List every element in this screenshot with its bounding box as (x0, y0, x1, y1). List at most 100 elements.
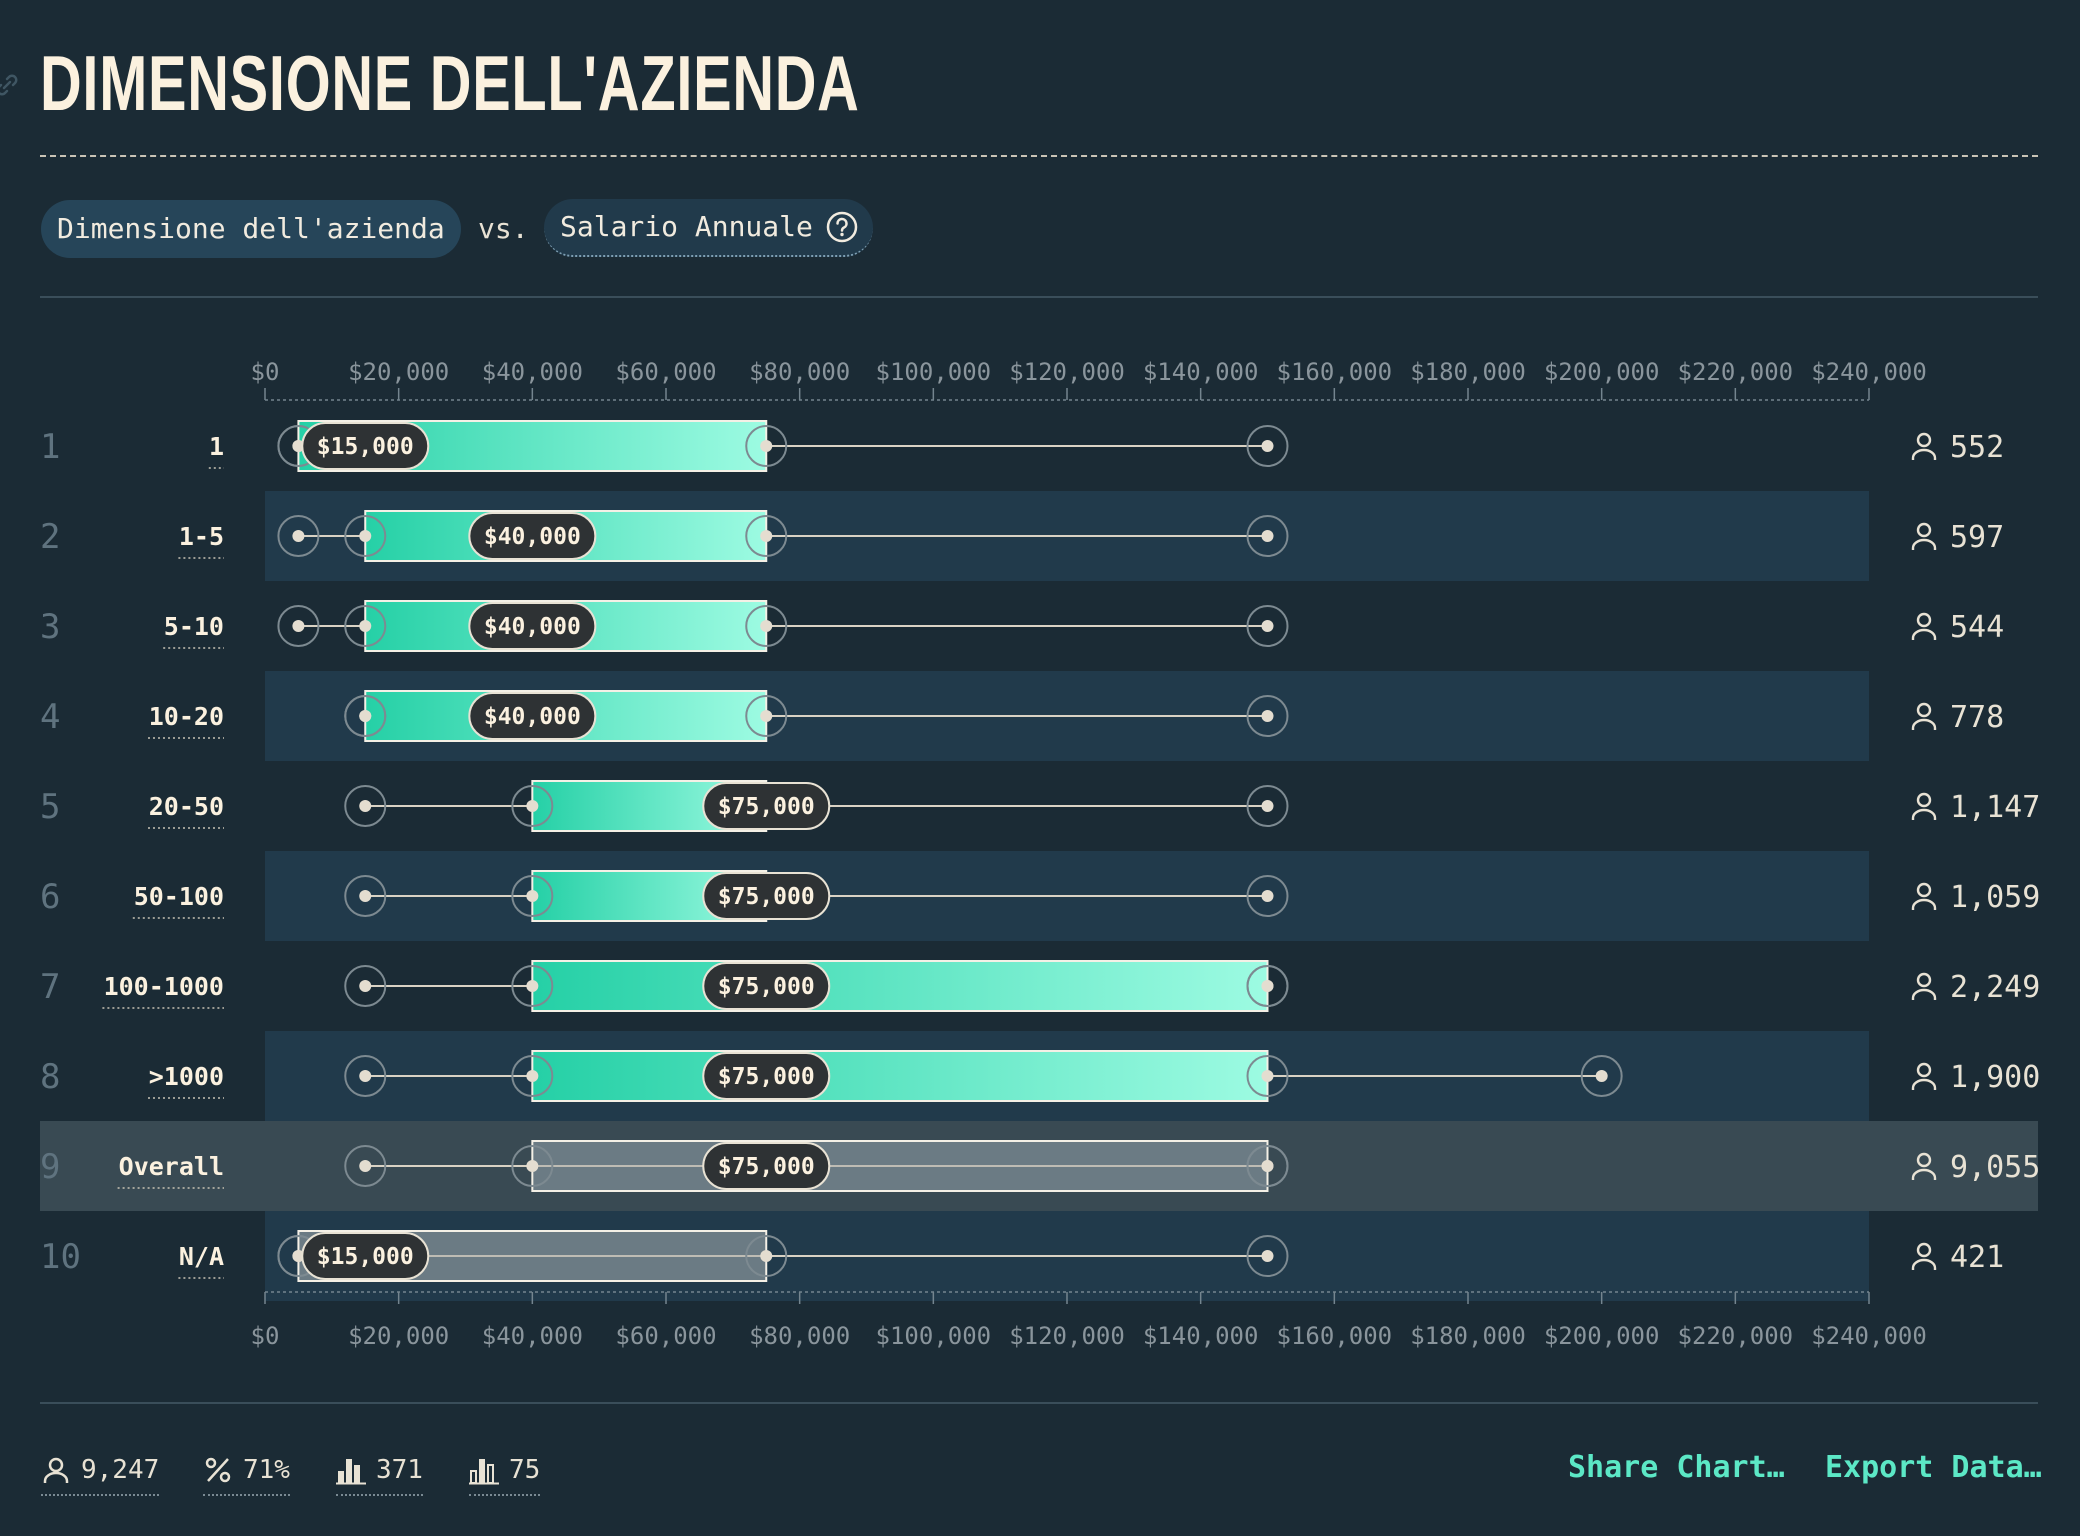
respondent-count: 421 (1950, 1240, 2004, 1275)
person-icon-head (1916, 702, 1932, 718)
person-icon-head (1916, 522, 1932, 538)
whisker-end-dot (292, 620, 305, 632)
whisker-end-dot (526, 800, 539, 812)
axis-tick-label: $200,000 (1544, 1322, 1660, 1350)
whisker-end-dot (359, 530, 372, 542)
axis-tick-label: $140,000 (1143, 1322, 1259, 1350)
whisker-end-dot (760, 440, 773, 452)
whisker-end-dot (359, 1070, 372, 1082)
person-icon-body (1911, 898, 1937, 910)
whisker-end-dot (1261, 530, 1274, 542)
section-divider-bottom (40, 1402, 2038, 1404)
median-chart-icon (469, 1459, 499, 1485)
whisker-end-dot (526, 890, 539, 902)
median-label: $40,000 (484, 614, 581, 640)
median-stat[interactable]: 75 (469, 1448, 541, 1496)
respondents-stat[interactable]: 9,247 (41, 1448, 160, 1496)
axis-tick-label: $160,000 (1277, 1322, 1393, 1350)
person-icon-body (1911, 538, 1937, 550)
respondent-count: 1,059 (1950, 880, 2040, 915)
axis-tick-label: $60,000 (615, 1322, 716, 1350)
median-stat-value: 75 (509, 1455, 541, 1485)
axis-tick-label: $180,000 (1410, 358, 1526, 386)
person-icon-head (1916, 1242, 1932, 1258)
median-label: $75,000 (718, 974, 815, 1000)
whisker-end-dot (1261, 1070, 1274, 1082)
axis-tick-label: $240,000 (1811, 358, 1927, 386)
respondent-count: 544 (1950, 610, 2004, 645)
axis-tick-label: $180,000 (1410, 1322, 1526, 1350)
row-rank: 2 (40, 517, 60, 557)
person-icon-body (1911, 1078, 1937, 1090)
axis-tick-label: $140,000 (1143, 358, 1259, 386)
respondent-count: 9,055 (1950, 1150, 2040, 1185)
respondent-count: 597 (1950, 520, 2004, 555)
person-icon (1911, 972, 1937, 1000)
row-rank: 3 (40, 607, 60, 647)
bar-stat[interactable]: 371 (336, 1448, 423, 1496)
respondent-count: 2,249 (1950, 970, 2040, 1005)
row-rank: 6 (40, 877, 60, 917)
axis-tick-label: $80,000 (749, 1322, 850, 1350)
median-label: $40,000 (484, 704, 581, 730)
axis-tick-label: $40,000 (482, 1322, 583, 1350)
axis-tick-label: $120,000 (1009, 1322, 1125, 1350)
share-chart-link[interactable]: Share Chart… (1568, 1450, 1785, 1485)
axis-tick-label: $220,000 (1678, 1322, 1794, 1350)
respondent-count: 1,147 (1950, 790, 2040, 825)
median-label: $75,000 (718, 884, 815, 910)
axis-tick-label: $60,000 (615, 358, 716, 386)
axis-tick-label: $200,000 (1544, 358, 1660, 386)
boxplot-chart: $0 $20,000 $40,000 $60,000 $80,000 $100,000 $1… (40, 358, 2040, 1350)
respondent-count: 778 (1950, 700, 2004, 735)
respondent-count: 1,900 (1950, 1060, 2040, 1095)
whisker-end-dot (1261, 800, 1274, 812)
median-label: $75,000 (718, 1154, 815, 1180)
row-rank: 10 (40, 1237, 81, 1277)
whisker-end-dot (359, 620, 372, 632)
percent-stat[interactable]: 71% (203, 1448, 290, 1496)
whisker-end-dot (526, 1070, 539, 1082)
person-icon-head (1916, 882, 1932, 898)
person-icon-body (1911, 1258, 1937, 1270)
category-label: Overall (119, 1152, 224, 1181)
axis-tick-label: $240,000 (1811, 1322, 1927, 1350)
whisker-end-dot (526, 980, 539, 992)
whisker-end-dot (359, 800, 372, 812)
category-label: N/A (179, 1242, 224, 1271)
person-icon-head (1916, 612, 1932, 628)
axis-tick-label: $20,000 (348, 358, 449, 386)
whisker-end-dot (1261, 620, 1274, 632)
whisker-end-dot (292, 530, 305, 542)
axis-tick-label: $40,000 (482, 358, 583, 386)
axis-tick-label: $160,000 (1277, 358, 1393, 386)
category-label: 5-10 (164, 612, 224, 641)
category-label: 100-1000 (104, 972, 224, 1001)
whisker-end-dot (1261, 980, 1274, 992)
bar-chart-icon (336, 1459, 366, 1485)
whisker-end-dot (760, 1250, 773, 1262)
axis-tick-label: $80,000 (749, 358, 850, 386)
category-label: 20-50 (149, 792, 224, 821)
respondent-count: 552 (1950, 430, 2004, 465)
row-rank: 8 (40, 1057, 60, 1097)
person-icon-body (1911, 808, 1937, 820)
person-icon-head (1916, 432, 1932, 448)
median-label: $15,000 (317, 1244, 414, 1270)
row-rank: 7 (40, 967, 60, 1007)
row-rank: 1 (40, 427, 60, 467)
row-rank: 9 (40, 1147, 60, 1187)
whisker-end-dot (1595, 1070, 1608, 1082)
person-icon (1911, 522, 1937, 550)
bar-stat-value: 371 (376, 1455, 423, 1485)
whisker-end-dot (1261, 710, 1274, 722)
export-data-link[interactable]: Export Data… (1825, 1450, 2042, 1485)
percent-value: 71% (243, 1455, 290, 1485)
axis-tick-label: $220,000 (1678, 358, 1794, 386)
category-label: 50-100 (134, 882, 224, 911)
person-icon-head (1916, 972, 1932, 988)
iqr-box (531, 1050, 1269, 1102)
whisker-end-dot (359, 1160, 372, 1172)
iqr-box (531, 960, 1269, 1012)
whisker-end-dot (359, 980, 372, 992)
